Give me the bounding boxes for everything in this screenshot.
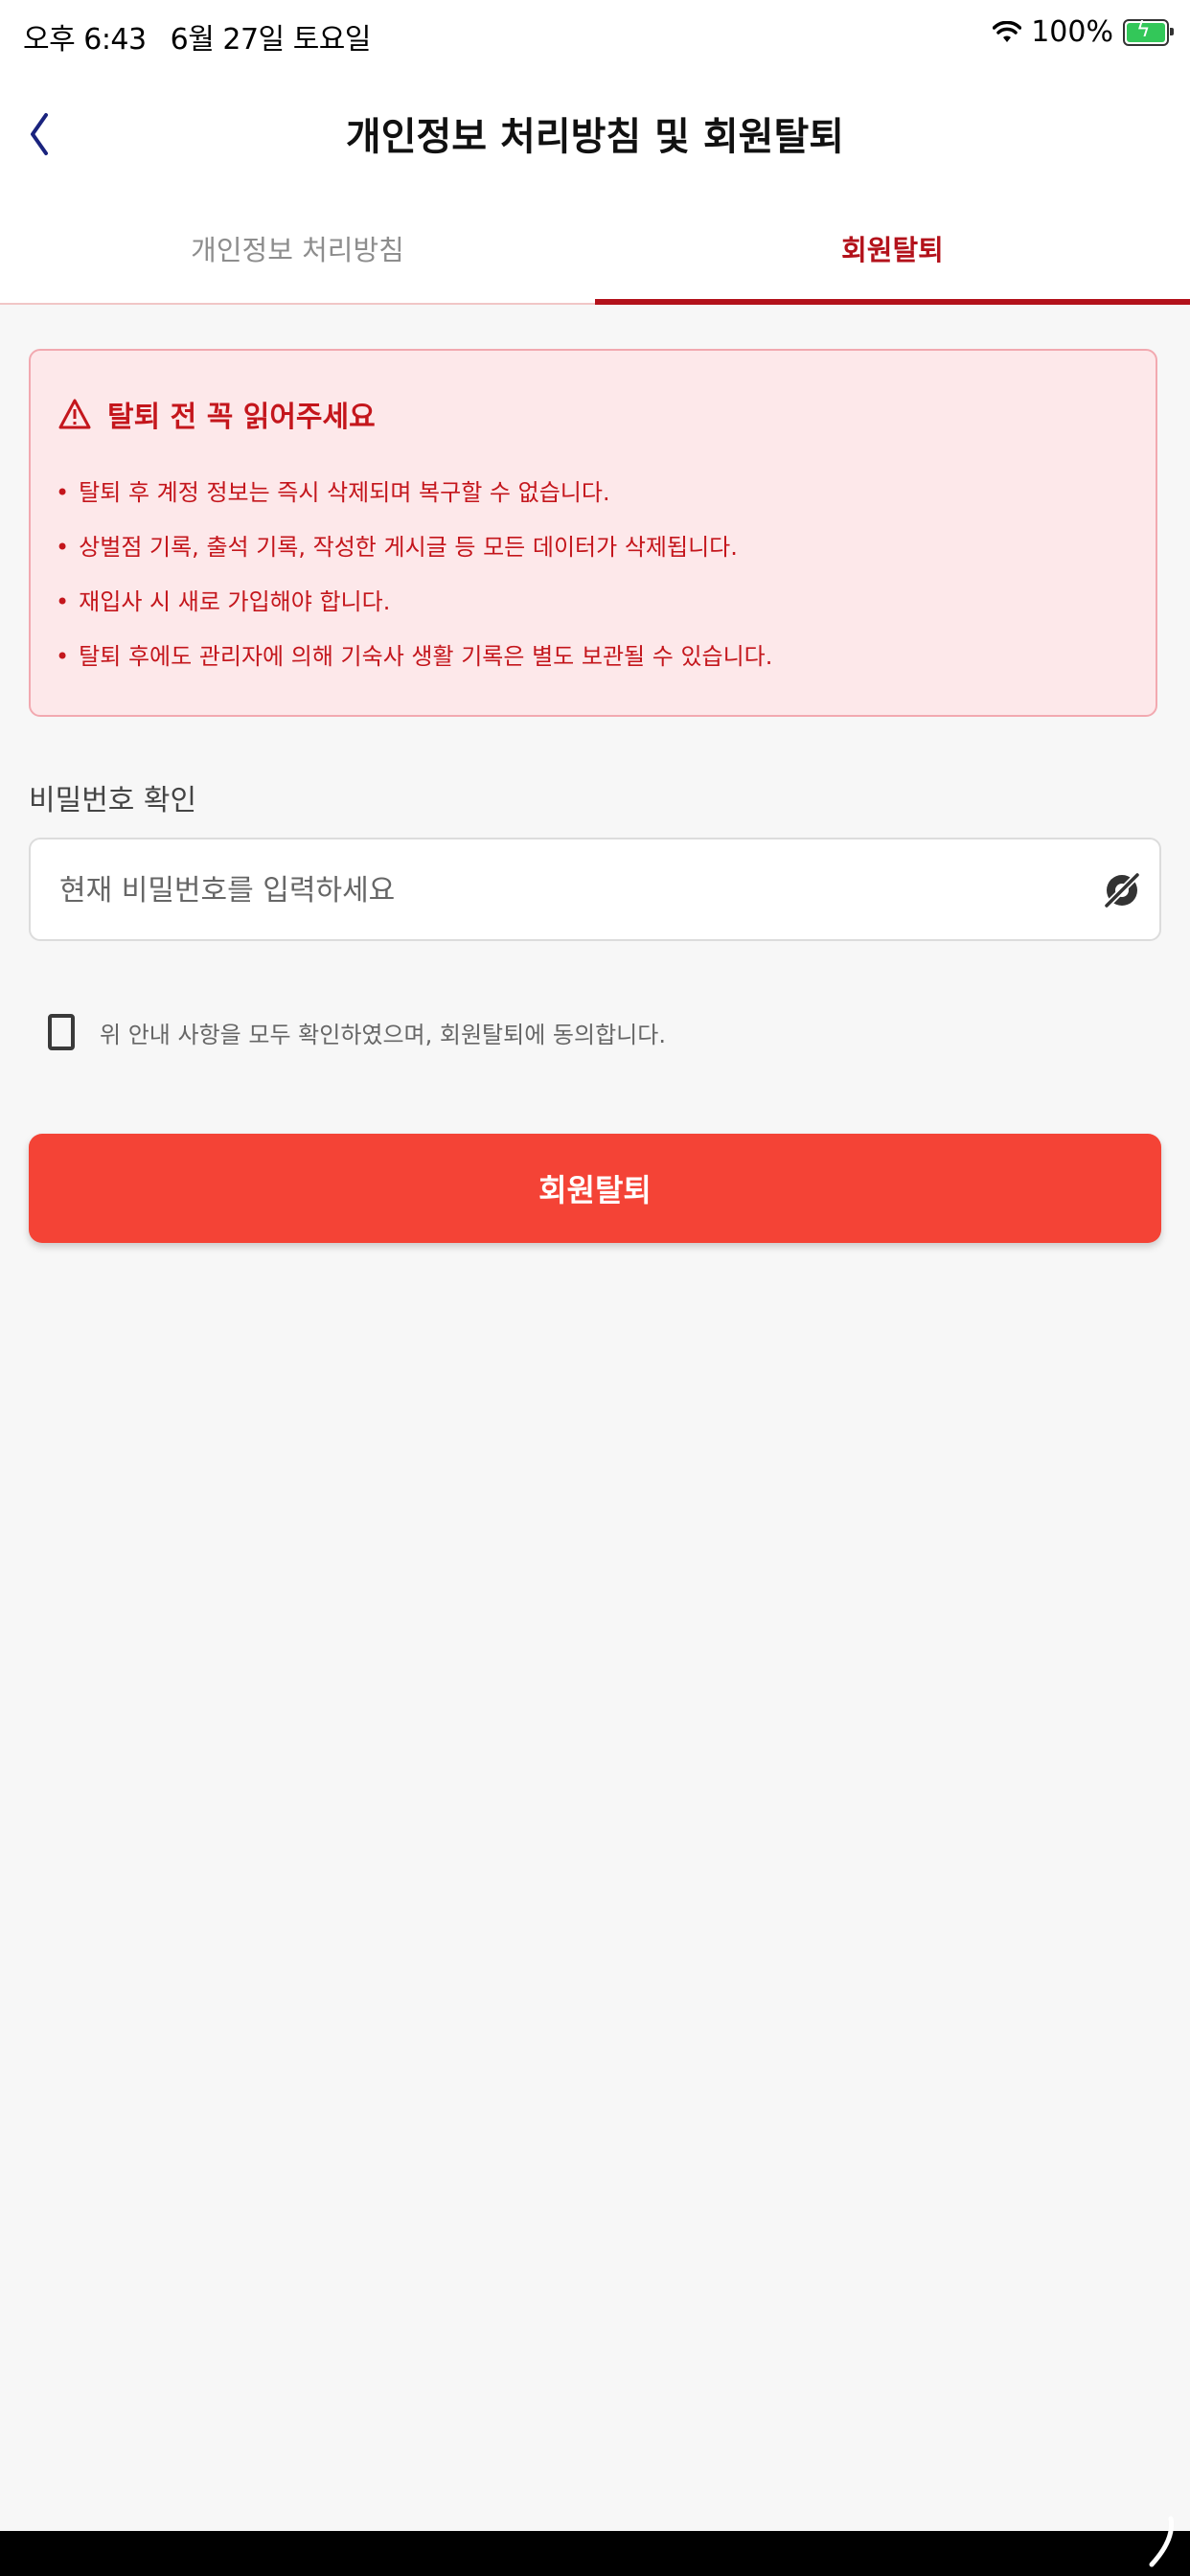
eye-off-icon	[1104, 872, 1140, 908]
tab-privacy-policy[interactable]: 개인정보 처리방침	[0, 194, 595, 303]
navigation-bar: 개인정보 처리방침 및 회원탈퇴	[0, 69, 1190, 194]
agreement-row[interactable]: 위 안내 사항을 모두 확인하였으며, 회원탈퇴에 동의합니다.	[48, 1014, 666, 1050]
page-title: 개인정보 처리방침 및 회원탈퇴	[345, 115, 845, 159]
warning-list: 탈퇴 후 계정 정보는 즉시 삭제되며 복구할 수 없습니다. 상벌점 기록, …	[56, 473, 772, 692]
battery-percent: 100%	[1031, 15, 1113, 49]
password-label: 비밀번호 확인	[29, 784, 197, 817]
warning-item: 재입사 시 새로 가입해야 합니다.	[56, 583, 772, 637]
status-date: 6월 27일 토요일	[170, 23, 372, 57]
pencil-hover-icon	[1149, 2516, 1175, 2567]
tab-bar: 개인정보 처리방침 회원탈퇴	[0, 194, 1190, 305]
battery-icon: ϟ	[1123, 18, 1174, 46]
warning-item: 탈퇴 후 계정 정보는 즉시 삭제되며 복구할 수 없습니다.	[56, 473, 772, 528]
home-indicator-bar	[0, 2531, 1190, 2576]
status-time: 오후 6:43	[23, 23, 147, 57]
withdraw-button[interactable]: 회원탈퇴	[29, 1134, 1161, 1243]
status-indicators: 100% ϟ	[993, 15, 1174, 49]
warning-notice: 탈퇴 전 꼭 읽어주세요 탈퇴 후 계정 정보는 즉시 삭제되며 복구할 수 없…	[29, 349, 1157, 717]
password-input[interactable]	[57, 840, 1058, 941]
wifi-icon	[993, 20, 1022, 42]
tab-withdrawal[interactable]: 회원탈퇴	[595, 194, 1190, 303]
warning-title: 탈퇴 전 꼭 읽어주세요	[107, 401, 376, 434]
warning-item: 상벌점 기록, 출석 기록, 작성한 게시글 등 모든 데이터가 삭제됩니다.	[56, 528, 772, 583]
warning-triangle-icon	[58, 399, 91, 429]
status-bar: 오후 6:43 6월 27일 토요일 100% ϟ	[0, 0, 1190, 69]
agreement-checkbox[interactable]	[48, 1014, 75, 1050]
warning-item: 탈퇴 후에도 관리자에 의해 기숙사 생활 기록은 별도 보관될 수 있습니다.	[56, 637, 772, 692]
active-tab-indicator	[595, 299, 1190, 305]
toggle-password-visibility-button[interactable]	[1098, 866, 1146, 914]
password-field-container	[29, 838, 1161, 941]
warning-header: 탈퇴 전 꼭 읽어주세요	[57, 393, 376, 435]
status-datetime: 오후 6:43 6월 27일 토요일	[23, 15, 386, 58]
agreement-label: 위 안내 사항을 모두 확인하였으며, 회원탈퇴에 동의합니다.	[100, 1021, 666, 1048]
